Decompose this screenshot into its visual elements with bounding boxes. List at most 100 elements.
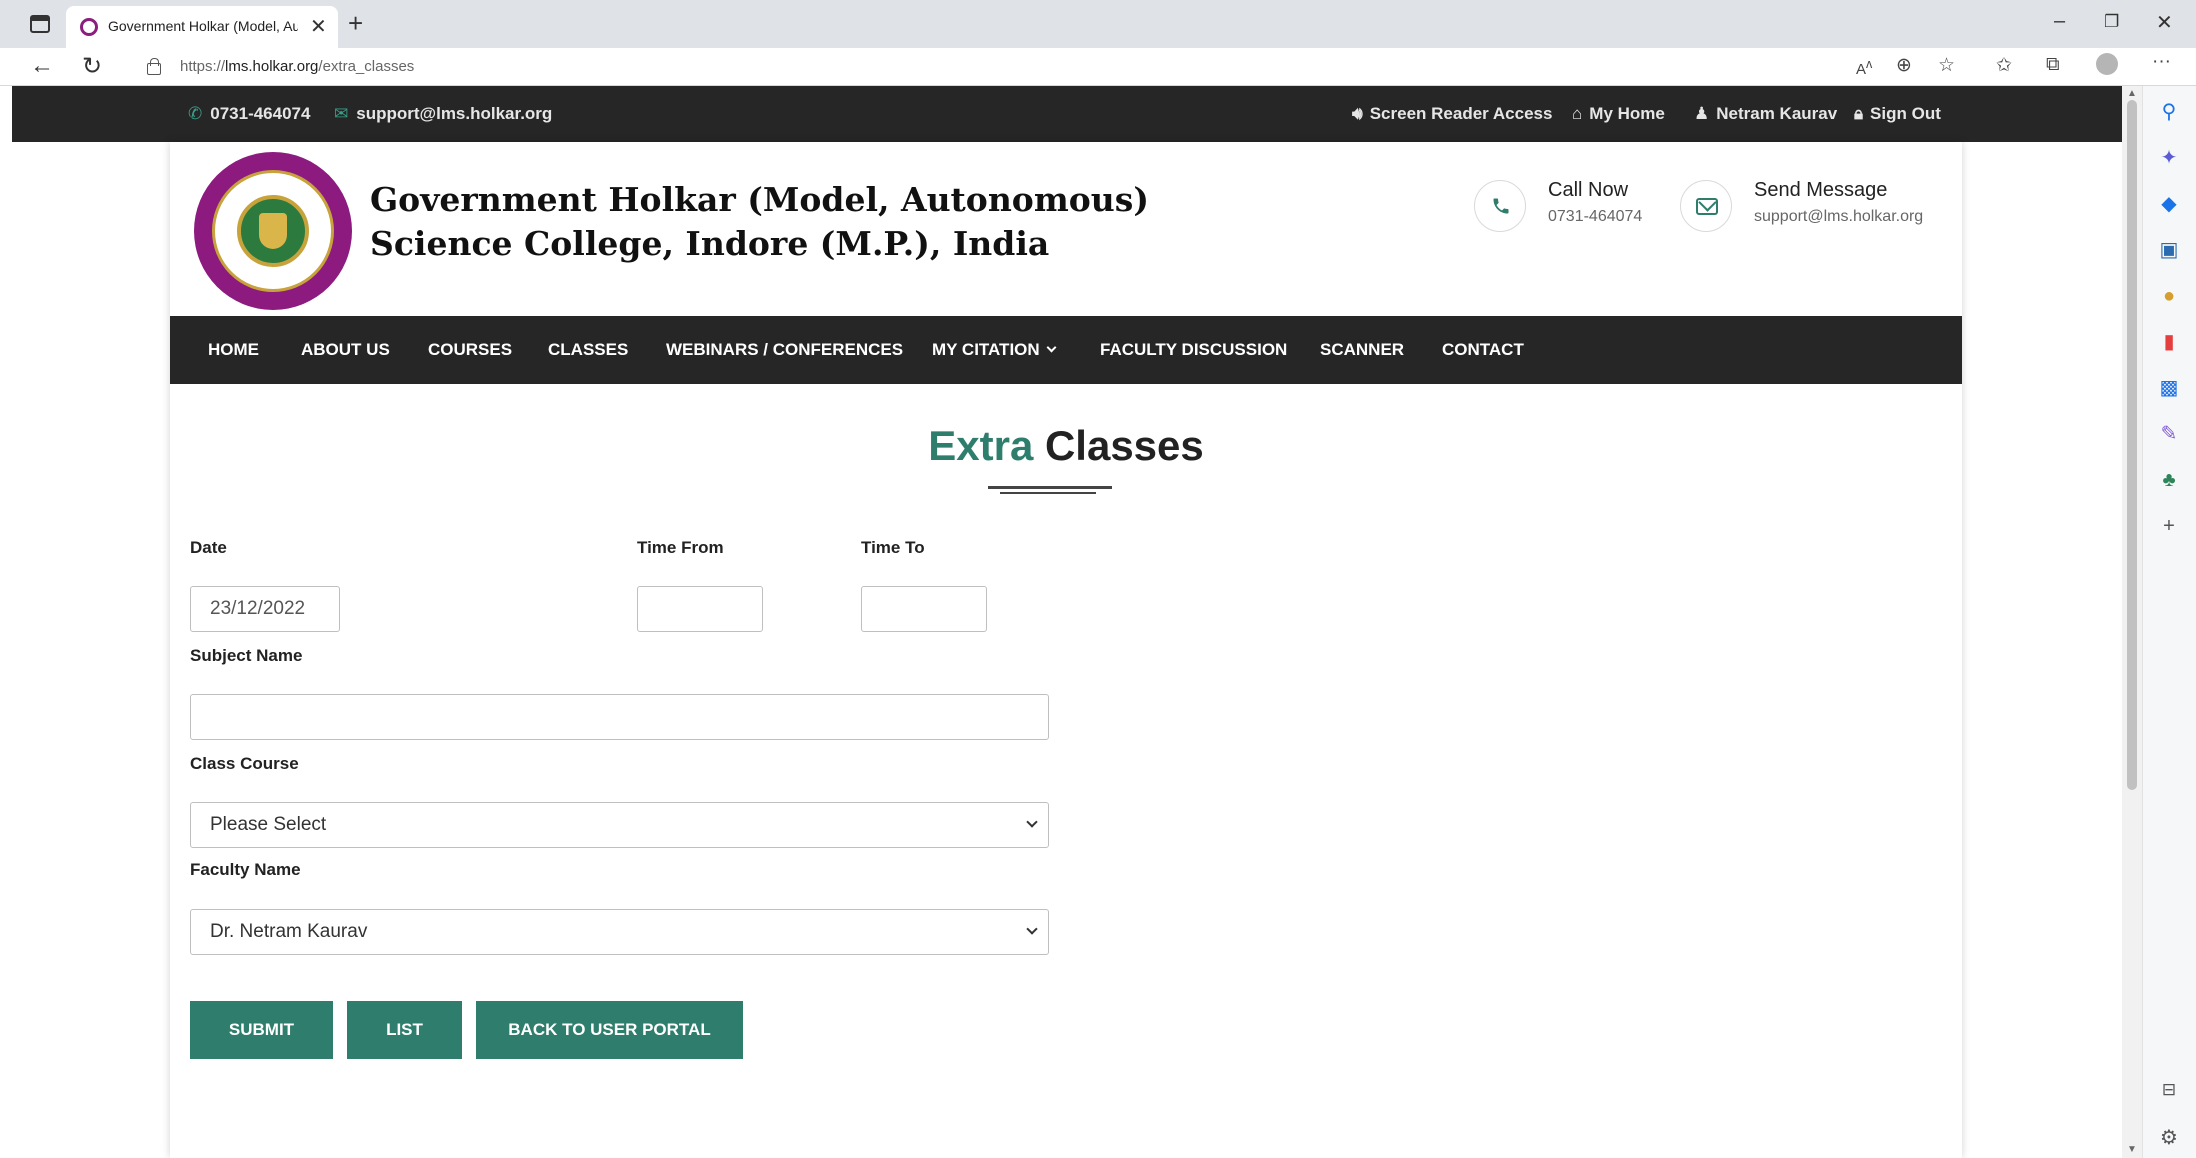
send-message-email[interactable]: support@lms.holkar.org: [1754, 208, 1923, 226]
lock-icon[interactable]: [146, 58, 161, 75]
chevron-down-icon: [1026, 816, 1038, 828]
topbar-email[interactable]: ✉ support@lms.holkar.org: [334, 104, 552, 124]
browser-sidebar: ⚲ ✦ ◆ ▣ ● ▮ ▩ ✎ ♣ + ⊟ ⚙: [2142, 86, 2196, 1158]
profile-avatar-icon[interactable]: [2096, 53, 2118, 75]
page-title: Extra Classes: [170, 422, 1962, 470]
address-bar-row: ← ↻ https://lms.holkar.org/extra_classes…: [0, 48, 2196, 86]
shopping-tag-icon[interactable]: ◆: [2157, 192, 2181, 216]
college-name-line2: Science College, Indore (M.P.), India: [370, 224, 1050, 263]
screen-reader-link[interactable]: 🔊︎ Screen Reader Access: [1352, 104, 1552, 124]
nav-about-us[interactable]: ABOUT US: [301, 340, 390, 360]
logo-est-text: Estd. 1891: [234, 266, 274, 275]
page-scrollbar[interactable]: ▲ ▼: [2122, 86, 2142, 1158]
faculty-name-selected: Dr. Netram Kaurav: [210, 921, 368, 942]
call-now-icon-circle[interactable]: [1474, 180, 1526, 232]
close-tab-icon[interactable]: ✕: [310, 14, 327, 39]
read-aloud-icon[interactable]: Aʌ: [1856, 57, 1872, 78]
more-menu-icon[interactable]: ···: [2152, 51, 2171, 73]
browser-tab-bar: Government Holkar (Model, Auto ✕ + – ❐ ✕: [0, 0, 2196, 48]
phone-icon: [1493, 198, 1509, 214]
settings-gear-icon[interactable]: ⚙: [2157, 1126, 2181, 1150]
close-window-icon[interactable]: ✕: [2156, 10, 2173, 35]
phone-icon: ✆: [188, 104, 203, 123]
add-sidebar-icon[interactable]: +: [2157, 514, 2181, 538]
college-name: Government Holkar (Model, Autonomous) Sc…: [370, 178, 1149, 266]
logo-emblem-icon: [237, 195, 309, 267]
list-button[interactable]: LIST: [347, 1001, 462, 1059]
faculty-name-label: Faculty Name: [190, 860, 301, 879]
user-icon: ♟: [1694, 104, 1710, 123]
address-bar[interactable]: https://lms.holkar.org/extra_classes: [128, 52, 1968, 82]
nav-faculty-discussion[interactable]: FACULTY DISCUSSION: [1100, 340, 1287, 360]
tools-briefcase-icon[interactable]: ▣: [2157, 238, 2181, 262]
main-navigation: HOME ABOUT US COURSES CLASSES WEBINARS /…: [170, 316, 1962, 384]
nav-my-citation[interactable]: MY CITATION: [932, 340, 1057, 360]
tab-actions-icon[interactable]: [30, 15, 50, 33]
time-to-input[interactable]: [861, 586, 987, 632]
time-to-label: Time To: [861, 538, 925, 557]
minimize-icon[interactable]: –: [2054, 10, 2065, 33]
back-to-user-portal-button[interactable]: BACK TO USER PORTAL: [476, 1001, 743, 1059]
lock-icon: 🔒︎: [1854, 104, 1864, 123]
nav-my-citation-label: MY CITATION: [932, 340, 1040, 359]
scroll-down-arrow-icon[interactable]: ▼: [2127, 1144, 2137, 1155]
my-home-link[interactable]: ⌂ My Home: [1572, 104, 1665, 124]
favorites-icon[interactable]: ✩: [1996, 54, 2012, 77]
scroll-up-arrow-icon[interactable]: ▲: [2127, 88, 2137, 99]
nav-classes[interactable]: CLASSES: [548, 340, 628, 360]
collections-icon[interactable]: ⧉: [2046, 54, 2060, 76]
chevron-down-icon: [1026, 923, 1038, 935]
topbar-phone[interactable]: ✆ 0731-464074: [188, 104, 310, 124]
title-underline-short: [1000, 492, 1096, 494]
subject-name-label: Subject Name: [190, 646, 303, 665]
nav-contact[interactable]: CONTACT: [1442, 340, 1524, 360]
games-icon[interactable]: ●: [2157, 284, 2181, 308]
title-underline: [988, 486, 1112, 489]
scrollbar-thumb[interactable]: [2127, 100, 2137, 790]
envelope-icon: [1696, 198, 1718, 215]
nav-home[interactable]: HOME: [208, 340, 259, 360]
tree-icon[interactable]: ♣: [2157, 468, 2181, 492]
send-message-icon-circle[interactable]: [1680, 180, 1732, 232]
class-course-selected: Please Select: [210, 814, 327, 835]
browser-tab[interactable]: Government Holkar (Model, Auto ✕: [66, 6, 338, 48]
web-page: ✆ 0731-464074 ✉ support@lms.holkar.org 🔊︎ S…: [12, 86, 2122, 1158]
favorite-star-icon[interactable]: ☆: [1938, 54, 1955, 77]
sidebar-toggle-icon[interactable]: ⊟: [2157, 1078, 2181, 1102]
page-title-rest: Classes: [1044, 422, 1204, 469]
envelope-icon: ✉: [334, 104, 349, 123]
site-favicon-icon: [80, 18, 98, 36]
faculty-name-select[interactable]: Dr. Netram Kaurav: [190, 909, 1049, 955]
restore-icon[interactable]: ❐: [2104, 12, 2119, 32]
refresh-icon[interactable]: ↻: [82, 52, 102, 81]
content-container: Estd. 1891 Government Holkar (Model, Aut…: [170, 142, 1962, 1158]
user-name-link[interactable]: ♟ Netram Kaurav: [1694, 104, 1837, 124]
nav-webinars-conferences[interactable]: WEBINARS / CONFERENCES: [666, 340, 903, 360]
class-course-select[interactable]: Please Select: [190, 802, 1049, 848]
back-arrow-icon[interactable]: ←: [30, 52, 54, 80]
time-from-label: Time From: [637, 538, 724, 557]
nav-scanner[interactable]: SCANNER: [1320, 340, 1404, 360]
top-info-bar: ✆ 0731-464074 ✉ support@lms.holkar.org 🔊︎ S…: [12, 86, 2122, 142]
copilot-sparkle-icon[interactable]: ✦: [2157, 146, 2181, 170]
college-name-line1: Government Holkar (Model, Autonomous): [370, 180, 1149, 219]
outlook-icon[interactable]: ▩: [2157, 376, 2181, 400]
new-tab-icon[interactable]: +: [348, 8, 363, 39]
tab-title: Government Holkar (Model, Auto: [108, 18, 298, 34]
office-icon[interactable]: ▮: [2157, 330, 2181, 354]
college-logo[interactable]: Estd. 1891: [194, 152, 352, 310]
subject-name-input[interactable]: [190, 694, 1049, 740]
search-icon[interactable]: ⚲: [2157, 100, 2181, 124]
submit-button[interactable]: SUBMIT: [190, 1001, 333, 1059]
nav-courses[interactable]: COURSES: [428, 340, 512, 360]
sign-out-link[interactable]: 🔒︎ Sign Out: [1854, 104, 1941, 124]
designer-icon[interactable]: ✎: [2157, 422, 2181, 446]
call-now-number[interactable]: 0731-464074: [1548, 208, 1642, 226]
speaker-icon: 🔊︎: [1352, 104, 1363, 123]
time-from-input[interactable]: [637, 586, 763, 632]
date-input[interactable]: 23/12/2022: [190, 586, 340, 632]
class-course-label: Class Course: [190, 754, 299, 773]
zoom-icon[interactable]: ⊕: [1896, 54, 1912, 77]
page-title-accent: Extra: [928, 422, 1034, 469]
date-label: Date: [190, 538, 227, 557]
